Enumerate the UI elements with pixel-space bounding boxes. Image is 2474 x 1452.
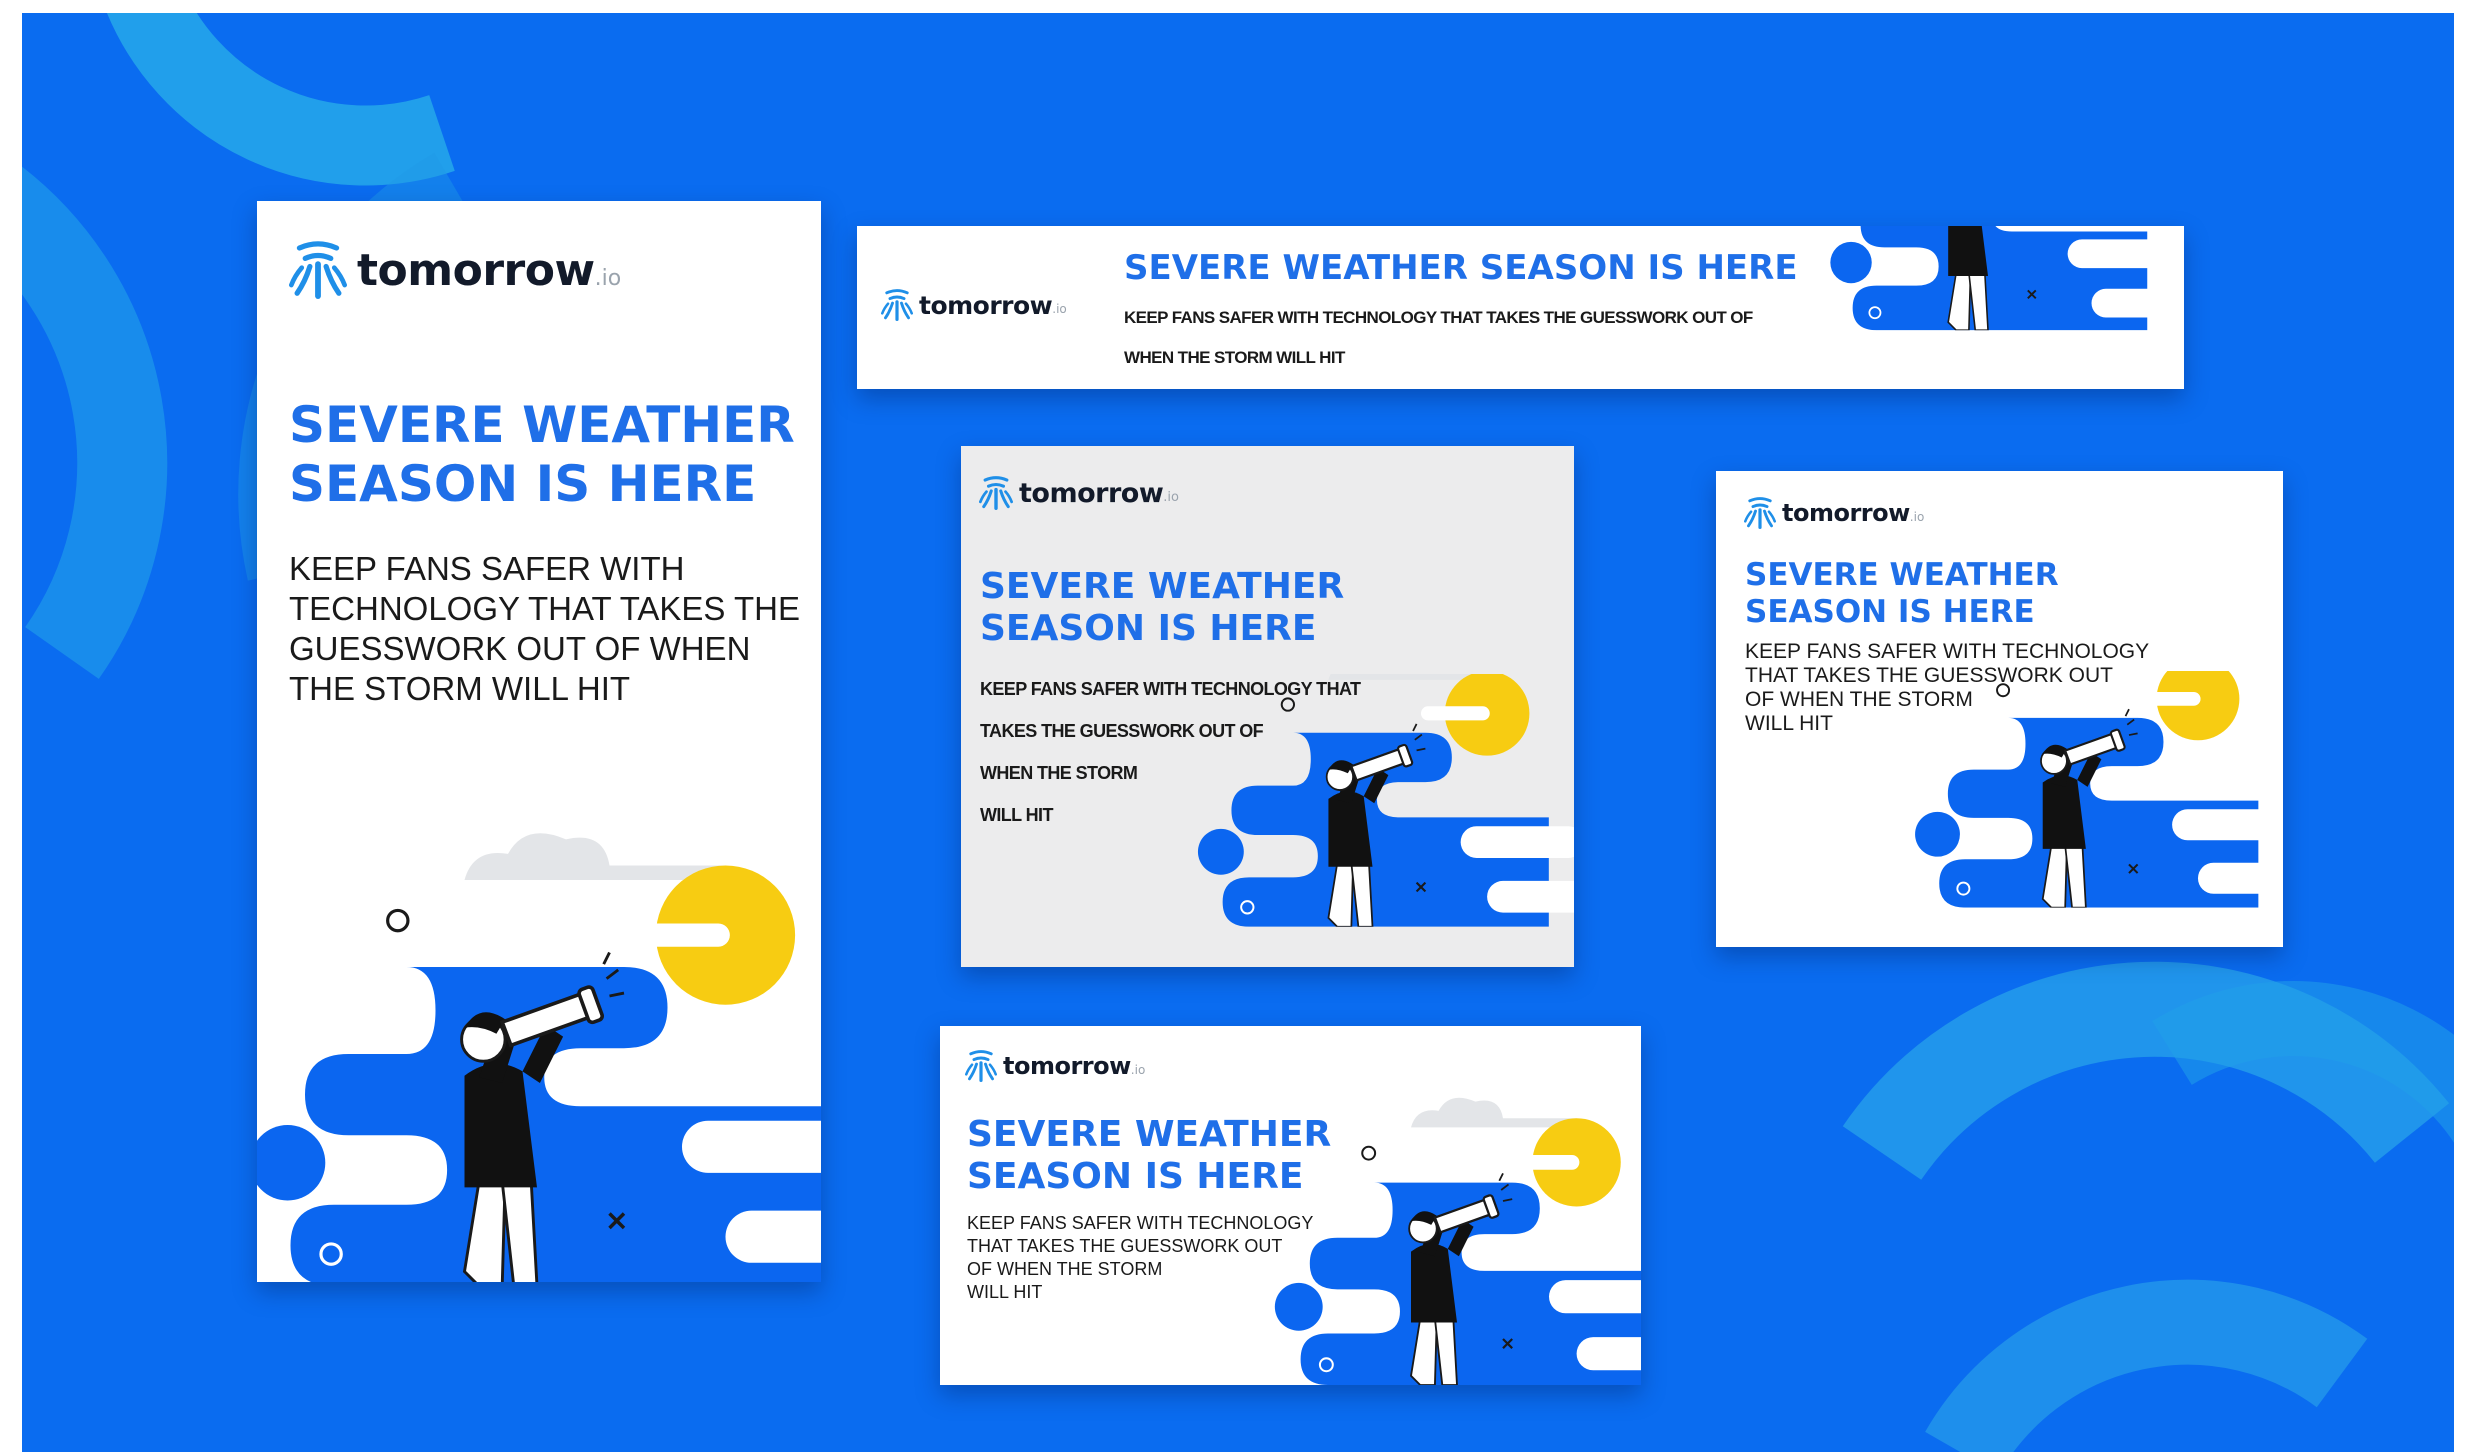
brand-logo: tomorrow .io xyxy=(289,241,621,299)
body-line: WHEN THE STORM WILL HIT xyxy=(1124,348,1345,367)
brand-name: tomorrow xyxy=(1782,499,1910,527)
banner-leaderboard: tomorrow .io SEVERE WEATHER SEASON IS HE… xyxy=(857,226,2184,389)
banner-skyscraper: tomorrow .io SEVERE WEATHER SEASON IS HE… xyxy=(257,201,821,1282)
brand-suffix: .io xyxy=(594,265,622,291)
banner-medium-rectangle: tomorrow .io SEVERE WEATHER SEASON IS HE… xyxy=(1716,471,2283,947)
body-copy: KEEP FANS SAFER WITH TECHNOLOGY THAT TAK… xyxy=(1124,298,1753,378)
brand-logo: tomorrow .io xyxy=(979,476,1179,510)
body-line: KEEP FANS SAFER WITH xyxy=(289,550,685,587)
body-line: KEEP FANS SAFER WITH TECHNOLOGY xyxy=(967,1213,1314,1233)
headline-line: SEVERE WEATHER xyxy=(289,396,795,454)
headline-line: SEASON IS HERE xyxy=(1745,593,2035,630)
headline: SEVERE WEATHER SEASON IS HERE xyxy=(289,396,795,514)
presentation-background: tomorrow .io SEVERE WEATHER SEASON IS HE… xyxy=(22,13,2454,1452)
body-line: KEEP FANS SAFER WITH TECHNOLOGY THAT TAK… xyxy=(1124,308,1753,327)
body-copy: KEEP FANS SAFER WITH TECHNOLOGY THAT TAK… xyxy=(289,549,800,709)
brand-logo: tomorrow .io xyxy=(881,289,1067,321)
telescope-illustration xyxy=(1792,226,2184,389)
headline-line: SEVERE WEATHER xyxy=(980,566,1345,607)
brand-suffix: .io xyxy=(1130,1063,1146,1077)
tomorrow-io-logo-icon xyxy=(1744,497,1776,529)
telescope-illustration xyxy=(257,801,821,1282)
body-line: TECHNOLOGY THAT TAKES THE xyxy=(289,590,801,627)
banner-square: tomorrow .io SEVERE WEATHER SEASON IS HE… xyxy=(961,446,1574,967)
tomorrow-io-logo-icon xyxy=(979,476,1013,510)
brand-suffix: .io xyxy=(1909,510,1925,524)
headline-line: SEASON IS HERE xyxy=(980,608,1317,650)
body-line: GUESSWORK OUT OF WHEN xyxy=(289,630,751,667)
headline: SEVERE WEATHER SEASON IS HERE xyxy=(1745,557,2059,630)
body-line: WILL HIT xyxy=(1745,712,1833,735)
body-copy: KEEP FANS SAFER WITH TECHNOLOGY THAT TAK… xyxy=(967,1212,1313,1304)
brand-name: tomorrow xyxy=(1003,1052,1131,1080)
body-line: WILL HIT xyxy=(980,805,1053,825)
tomorrow-io-logo-icon xyxy=(289,241,347,299)
banner-wide-rectangle: tomorrow .io SEVERE WEATHER SEASON IS HE… xyxy=(940,1026,1641,1385)
body-line: WHEN THE STORM xyxy=(980,763,1138,783)
brand-logo: tomorrow .io xyxy=(965,1050,1145,1082)
brand-name: tomorrow xyxy=(919,290,1053,320)
tomorrow-io-logo-icon xyxy=(965,1050,997,1082)
brand-name: tomorrow xyxy=(357,244,595,296)
brand-suffix: .io xyxy=(1052,302,1067,316)
telescope-illustration xyxy=(1273,1066,1641,1385)
body-line: KEEP FANS SAFER WITH TECHNOLOGY xyxy=(1745,640,2150,663)
brand-logo: tomorrow .io xyxy=(1744,497,1924,529)
body-line: WILL HIT xyxy=(967,1282,1043,1302)
headline-line: SEVERE WEATHER xyxy=(1745,557,2059,593)
body-line: OF WHEN THE STORM xyxy=(967,1259,1163,1279)
headline: SEVERE WEATHER SEASON IS HERE xyxy=(1124,248,1798,288)
telescope-illustration xyxy=(1831,671,2283,947)
brand-name: tomorrow xyxy=(1019,477,1164,509)
headline-line: SEASON IS HERE xyxy=(289,455,757,513)
brand-suffix: .io xyxy=(1163,490,1179,505)
body-line: THE STORM WILL HIT xyxy=(289,670,631,707)
headline-line: SEVERE WEATHER SEASON IS HERE xyxy=(1124,248,1798,288)
headline: SEVERE WEATHER SEASON IS HERE xyxy=(980,566,1344,651)
tomorrow-io-logo-icon xyxy=(881,289,913,321)
telescope-illustration xyxy=(1171,674,1574,967)
body-line: THAT TAKES THE GUESSWORK OUT xyxy=(967,1236,1283,1256)
headline-line: SEASON IS HERE xyxy=(967,1156,1304,1198)
